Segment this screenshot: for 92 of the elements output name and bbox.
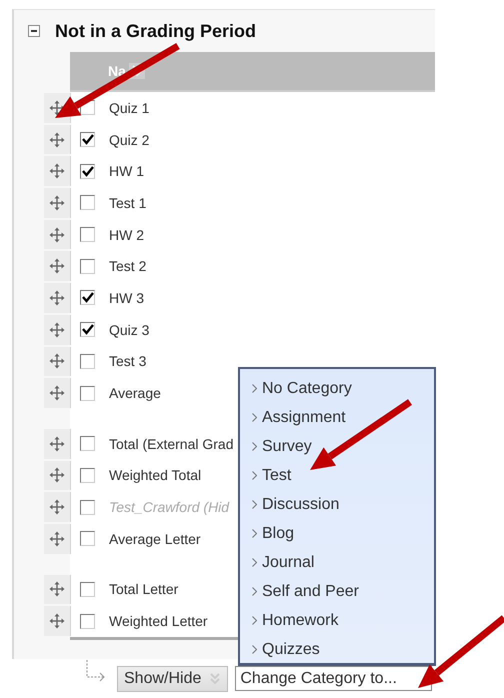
drag-handle[interactable] <box>44 378 71 408</box>
move-icon <box>49 194 65 211</box>
column-name: Weighted Total <box>109 467 202 484</box>
checkbox[interactable] <box>80 227 95 242</box>
move-icon <box>49 163 65 180</box>
drag-handle[interactable] <box>44 314 71 344</box>
chevron-icon <box>252 442 257 451</box>
menu-item[interactable]: Blog <box>262 524 294 542</box>
checkbox[interactable] <box>80 614 95 629</box>
section-title: Not in a Grading Period <box>55 20 256 42</box>
drag-handle[interactable] <box>44 524 71 554</box>
menu-item[interactable]: Journal <box>262 554 314 572</box>
double-chevron-icon <box>209 672 222 686</box>
column-name: Test 2 <box>109 258 146 274</box>
drag-handle[interactable] <box>44 606 71 636</box>
column-name: HW 1 <box>109 163 144 180</box>
chevron-icon <box>252 645 257 654</box>
menu-item[interactable]: Quizzes <box>262 640 320 658</box>
collapse-toggle[interactable] <box>28 25 40 37</box>
column-name: HW 2 <box>109 226 144 243</box>
drag-handle[interactable] <box>44 220 71 250</box>
chevron-icon <box>252 500 257 509</box>
check-icon <box>82 324 94 336</box>
chevron-icon <box>252 529 257 538</box>
menu-item[interactable]: Discussion <box>262 496 340 514</box>
change-category-button[interactable]: Change Category to... <box>235 666 432 691</box>
menu-item[interactable]: Test <box>262 466 292 484</box>
column-name: Average Letter <box>109 530 201 547</box>
chevron-icon <box>252 384 257 393</box>
move-icon <box>49 290 65 306</box>
move-icon <box>49 613 65 630</box>
move-icon <box>49 436 65 452</box>
move-icon <box>49 226 65 243</box>
checkbox[interactable] <box>80 354 95 369</box>
checkbox[interactable] <box>80 164 95 179</box>
menu-item[interactable]: Survey <box>262 438 312 456</box>
drag-handle[interactable] <box>44 574 71 604</box>
chevron-icon <box>252 558 257 567</box>
column-name: HW 3 <box>109 290 144 306</box>
checkbox[interactable] <box>80 386 95 401</box>
show-hide-button[interactable]: Show/Hide <box>117 666 228 692</box>
check-icon <box>82 292 94 304</box>
column-name: Quiz 1 <box>109 100 150 116</box>
menu-item[interactable]: Assignment <box>262 408 346 426</box>
move-icon <box>49 322 65 338</box>
chevron-icon <box>252 413 257 422</box>
column-name: Test 3 <box>109 353 146 370</box>
checkbox[interactable] <box>80 436 95 452</box>
column-name: Test_Crawford (Hid <box>109 499 230 516</box>
move-icon <box>49 581 65 598</box>
move-icon <box>49 385 65 402</box>
menu-item[interactable]: Homework <box>262 612 338 630</box>
chevron-icon <box>252 616 257 625</box>
checkbox[interactable] <box>80 132 95 148</box>
checkbox[interactable] <box>80 322 95 338</box>
column-name: Quiz 2 <box>109 132 150 148</box>
double-chevron-icon <box>130 64 143 78</box>
menu-item[interactable]: Self and Peer <box>262 582 359 600</box>
checkbox[interactable] <box>80 500 95 515</box>
drag-handle[interactable] <box>44 283 71 313</box>
column-name: Test 1 <box>109 194 146 211</box>
checkbox[interactable] <box>80 290 95 306</box>
menu-item[interactable]: No Category <box>262 380 352 398</box>
checkbox[interactable] <box>80 195 95 210</box>
move-icon <box>49 530 65 547</box>
move-icon <box>49 132 65 148</box>
move-icon <box>49 353 65 370</box>
move-icon <box>49 467 65 484</box>
drag-handle[interactable] <box>44 156 71 186</box>
drag-handle[interactable] <box>44 492 71 522</box>
checkbox[interactable] <box>80 582 95 597</box>
column-name: Quiz 3 <box>109 322 150 338</box>
drag-handle[interactable] <box>44 346 71 376</box>
checkbox[interactable] <box>80 531 95 546</box>
chevron-icon <box>252 587 257 596</box>
drag-handle[interactable] <box>44 124 71 154</box>
column-name: Total (External Grad <box>109 436 234 452</box>
check-icon <box>82 134 94 146</box>
connector-arrow-icon <box>86 660 106 682</box>
column-name: Weighted Letter <box>109 613 208 630</box>
checkbox[interactable] <box>80 258 95 274</box>
column-name: Average <box>109 385 161 402</box>
drag-handle[interactable] <box>44 460 71 490</box>
drag-handle[interactable] <box>44 428 71 459</box>
chevron-icon <box>252 471 257 480</box>
check-icon <box>82 166 94 177</box>
move-icon <box>49 499 65 516</box>
column-name: Total Letter <box>109 581 178 598</box>
checkbox[interactable] <box>80 468 95 483</box>
drag-handle[interactable] <box>44 251 71 282</box>
drag-handle[interactable] <box>44 188 71 218</box>
move-icon <box>49 258 65 274</box>
